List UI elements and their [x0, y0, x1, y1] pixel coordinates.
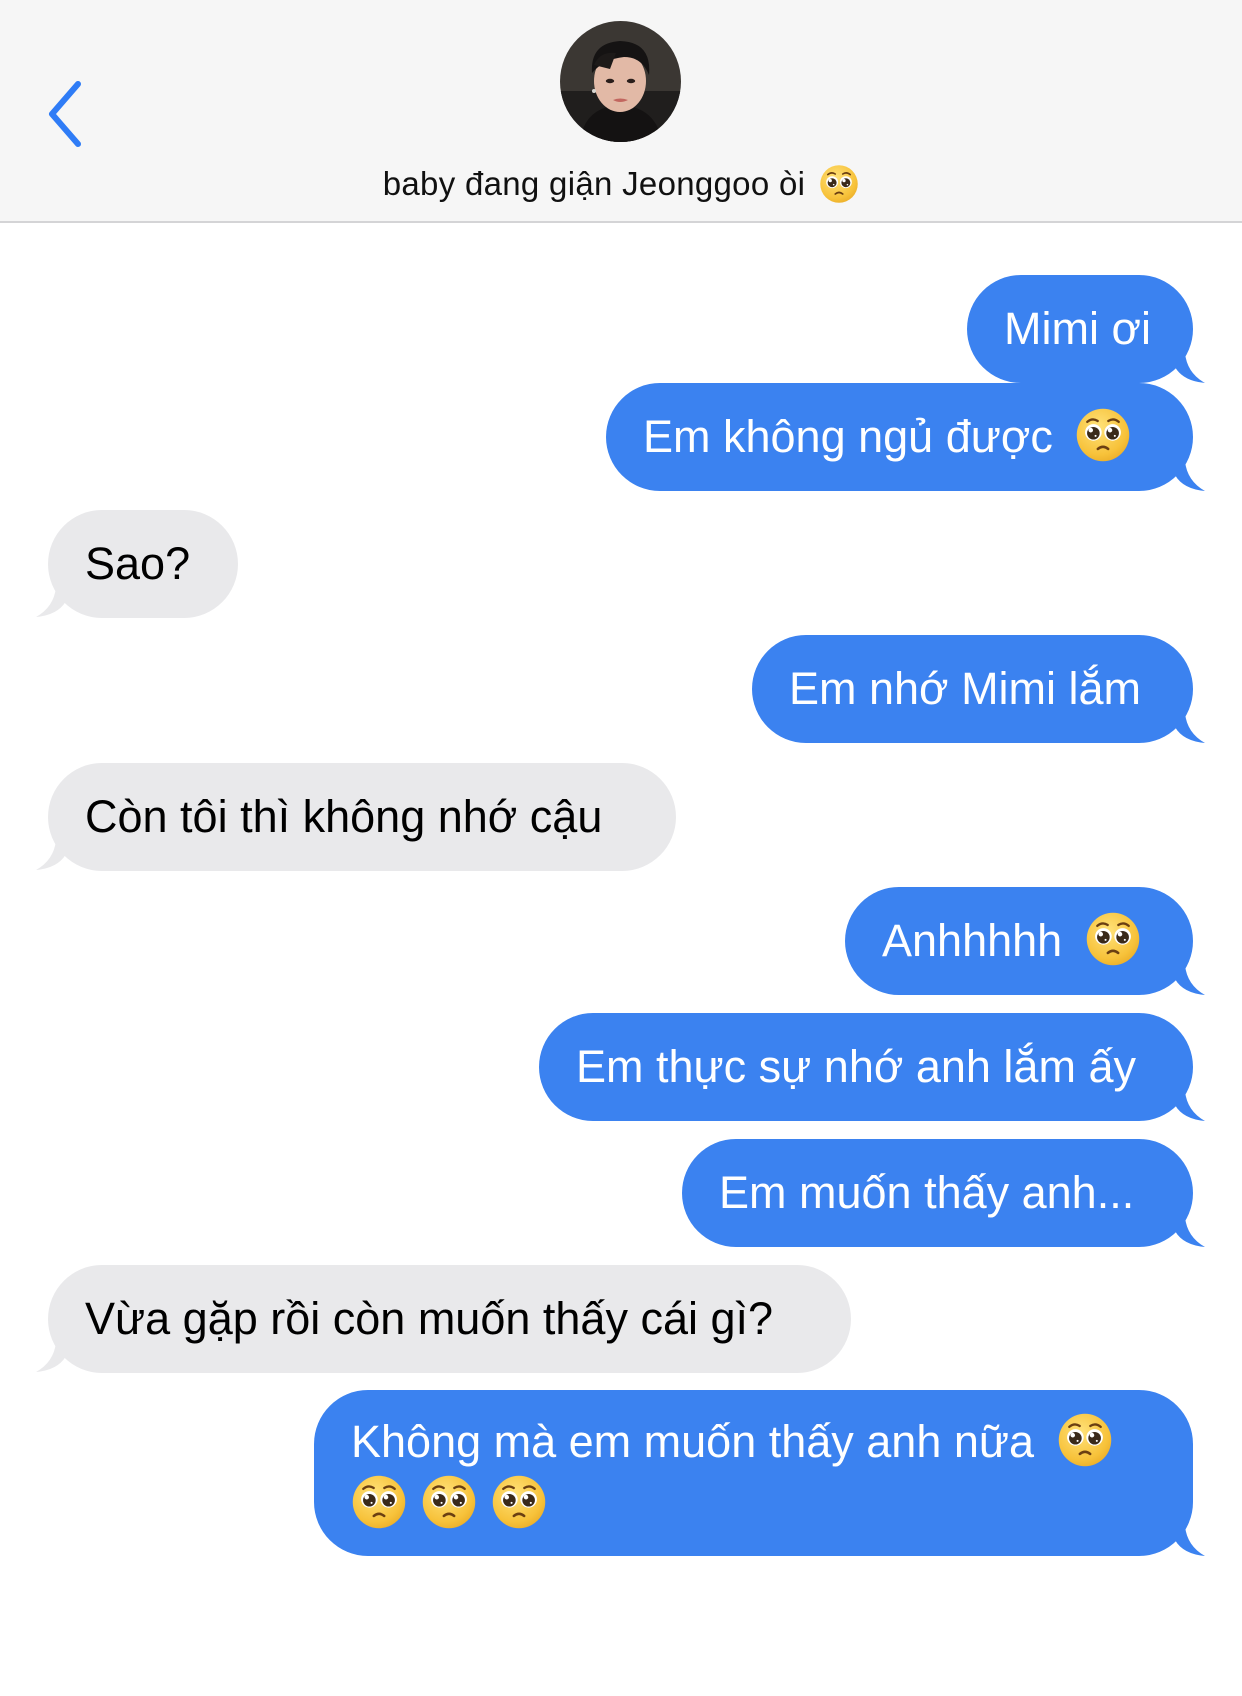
- pleading-face-icon: [1085, 911, 1141, 967]
- message-text: Mimi ơi: [1004, 303, 1151, 354]
- outgoing-message[interactable]: Em muốn thấy anh...: [682, 1139, 1193, 1247]
- pleading-face-icon: [421, 1474, 477, 1530]
- conversation-header: baby đang giận Jeonggoo òi: [0, 0, 1242, 223]
- outgoing-message[interactable]: Em nhớ Mimi lắm: [752, 635, 1193, 743]
- pleading-face-icon: [351, 1474, 407, 1530]
- outgoing-message[interactable]: Em không ngủ được: [606, 383, 1193, 491]
- bubble-tail: [36, 587, 66, 617]
- outgoing-message[interactable]: Mimi ơi: [967, 275, 1193, 383]
- incoming-message[interactable]: Sao?: [48, 510, 238, 618]
- outgoing-message[interactable]: Anhhhhh: [845, 887, 1193, 995]
- pleading-face-icon: [1075, 407, 1131, 463]
- back-button[interactable]: [44, 78, 104, 158]
- outgoing-message[interactable]: Không mà em muốn thấy anh nữa: [314, 1390, 1193, 1556]
- message-text: Em không ngủ được: [643, 411, 1053, 462]
- pleading-face-icon: [819, 164, 859, 204]
- bubble-tail: [1175, 1526, 1205, 1556]
- bubble-tail: [1175, 713, 1205, 743]
- message-text: Em muốn thấy anh...: [719, 1167, 1135, 1218]
- message-text: Còn tôi thì không nhớ cậu: [85, 791, 603, 842]
- bubble-tail: [36, 840, 66, 870]
- contact-name: baby đang giận Jeonggoo òi: [382, 165, 806, 202]
- incoming-message[interactable]: Vừa gặp rồi còn muốn thấy cái gì?: [48, 1265, 851, 1373]
- message-text: Em nhớ Mimi lắm: [789, 663, 1142, 714]
- incoming-message[interactable]: Còn tôi thì không nhớ cậu: [48, 763, 676, 871]
- pleading-face-icon: [1057, 1412, 1113, 1468]
- bubble-tail: [1175, 1091, 1205, 1121]
- pleading-face-icon: [491, 1474, 547, 1530]
- bubble-tail: [1175, 1217, 1205, 1247]
- chevron-left-icon: [49, 81, 81, 147]
- outgoing-message[interactable]: Em thực sự nhớ anh lắm ấy: [539, 1013, 1193, 1121]
- message-text: Em thực sự nhớ anh lắm ấy: [576, 1041, 1136, 1092]
- bubble-tail: [36, 1342, 66, 1372]
- bubble-tail: [1175, 965, 1205, 995]
- message-text: Sao?: [85, 538, 191, 589]
- contact-avatar[interactable]: [560, 21, 681, 142]
- contact-name-row[interactable]: baby đang giận Jeonggoo òi: [0, 160, 1242, 208]
- message-text: Vừa gặp rồi còn muốn thấy cái gì?: [85, 1293, 774, 1344]
- message-thread[interactable]: Mimi ơi Em không ngủ được Sao? Em nhớ Mi…: [0, 223, 1242, 1696]
- bubble-tail: [1175, 353, 1205, 383]
- contact-photo: [560, 21, 681, 142]
- message-text: Anhhhhh: [882, 915, 1063, 966]
- bubble-tail: [1175, 461, 1205, 491]
- message-text: Không mà em muốn thấy anh nữa: [351, 1416, 1035, 1467]
